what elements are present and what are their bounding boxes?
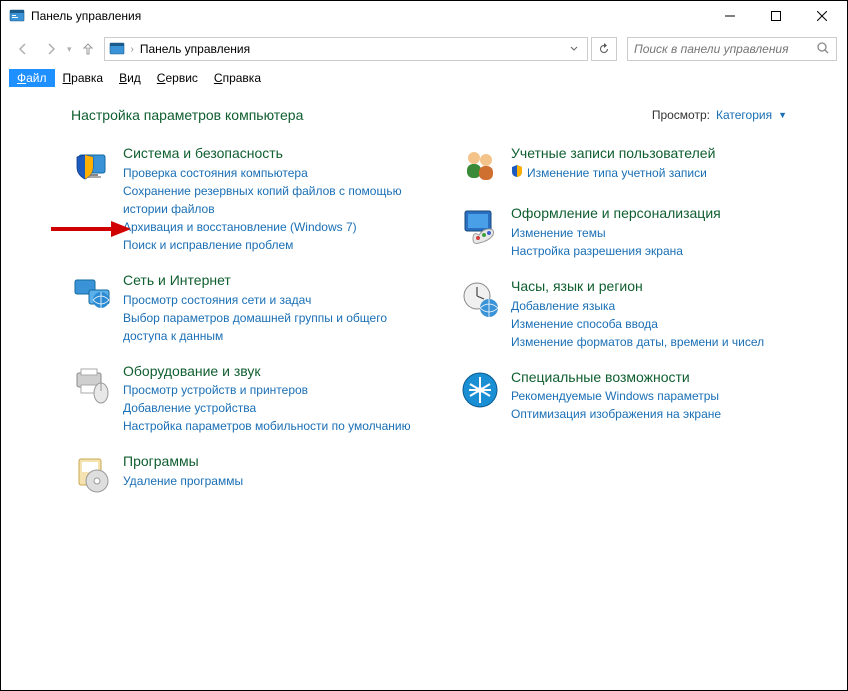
category-link[interactable]: Изменение форматов даты, времени и чисел xyxy=(511,333,817,351)
maximize-button[interactable] xyxy=(753,1,799,31)
category-network-internet: Сеть и Интернет Просмотр состояния сети … xyxy=(71,272,429,345)
category-link[interactable]: Добавление языка xyxy=(511,297,817,315)
view-label: Просмотр: xyxy=(652,108,710,122)
back-button[interactable] xyxy=(11,37,35,61)
category-system-security: Система и безопасность Проверка состояни… xyxy=(71,145,429,254)
appearance-icon xyxy=(459,205,501,247)
category-link[interactable]: Удаление программы xyxy=(123,472,429,490)
category-title[interactable]: Учетные записи пользователей xyxy=(511,145,817,162)
page-heading: Настройка параметров компьютера xyxy=(71,107,303,123)
category-clock-region: Часы, язык и регион Добавление языка Изм… xyxy=(459,278,817,351)
breadcrumb-item[interactable]: Панель управления xyxy=(140,42,250,56)
network-globe-icon xyxy=(71,272,113,314)
programs-disc-icon xyxy=(71,453,113,495)
accessibility-icon xyxy=(459,369,501,411)
category-link[interactable]: Сохранение резервных копий файлов с помо… xyxy=(123,182,429,218)
category-accessibility: Специальные возможности Рекомендуемые Wi… xyxy=(459,369,817,424)
menu-help[interactable]: Справка xyxy=(206,69,269,87)
left-column: Система и безопасность Проверка состояни… xyxy=(71,145,429,495)
category-link[interactable]: Оптимизация изображения на экране xyxy=(511,405,817,423)
breadcrumb-dropdown-icon[interactable] xyxy=(565,42,583,56)
chevron-down-icon[interactable]: ▼ xyxy=(778,110,787,120)
search-input[interactable] xyxy=(634,42,816,56)
menu-view[interactable]: Вид xyxy=(111,69,149,87)
category-title[interactable]: Оборудование и звук xyxy=(123,363,429,380)
category-title[interactable]: Система и безопасность xyxy=(123,145,429,162)
content-area: Настройка параметров компьютера Просмотр… xyxy=(1,89,847,505)
menubar: Файл Правка Вид Сервис Справка xyxy=(1,67,847,89)
category-link[interactable]: Добавление устройства xyxy=(123,399,429,417)
control-panel-icon xyxy=(9,8,25,24)
category-link[interactable]: Изменение темы xyxy=(511,224,817,242)
user-accounts-icon xyxy=(459,145,501,187)
category-appearance: Оформление и персонализация Изменение те… xyxy=(459,205,817,260)
forward-button[interactable] xyxy=(39,37,63,61)
category-link[interactable]: Архивация и восстановление (Windows 7) xyxy=(123,218,429,236)
category-title[interactable]: Специальные возможности xyxy=(511,369,817,386)
category-link[interactable]: Настройка параметров мобильности по умол… xyxy=(123,417,429,435)
category-link[interactable]: Настройка разрешения экрана xyxy=(511,242,817,260)
printer-mouse-icon xyxy=(71,363,113,405)
view-value[interactable]: Категория xyxy=(716,108,772,122)
category-title[interactable]: Часы, язык и регион xyxy=(511,278,817,295)
category-title[interactable]: Сеть и Интернет xyxy=(123,272,429,289)
shield-monitor-icon xyxy=(71,145,113,187)
category-link[interactable]: Выбор параметров домашней группы и общег… xyxy=(123,309,429,345)
window-controls xyxy=(707,1,845,31)
close-button[interactable] xyxy=(799,1,845,31)
clock-globe-icon xyxy=(459,278,501,320)
control-panel-icon xyxy=(109,41,125,57)
recent-dropdown-icon[interactable]: ▾ xyxy=(67,44,72,55)
right-column: Учетные записи пользователей Изменение т… xyxy=(459,145,817,495)
breadcrumb[interactable]: › Панель управления xyxy=(104,37,588,61)
category-link[interactable]: Просмотр устройств и принтеров xyxy=(123,381,429,399)
category-link[interactable]: Проверка состояния компьютера xyxy=(123,164,429,182)
category-programs: Программы Удаление программы xyxy=(71,453,429,495)
category-hardware-sound: Оборудование и звук Просмотр устройств и… xyxy=(71,363,429,436)
category-title[interactable]: Оформление и персонализация xyxy=(511,205,817,222)
search-box[interactable] xyxy=(627,37,837,61)
menu-edit[interactable]: Правка xyxy=(55,69,112,87)
up-button[interactable] xyxy=(76,37,100,61)
menu-file[interactable]: Файл xyxy=(9,69,55,87)
category-title[interactable]: Программы xyxy=(123,453,429,470)
category-link[interactable]: Рекомендуемые Windows параметры xyxy=(511,387,817,405)
chevron-right-icon[interactable]: › xyxy=(131,44,134,55)
minimize-button[interactable] xyxy=(707,1,753,31)
uac-shield-icon xyxy=(511,164,523,182)
category-link[interactable]: Изменение типа учетной записи xyxy=(511,164,817,182)
category-link[interactable]: Поиск и исправление проблем xyxy=(123,236,429,254)
menu-tools[interactable]: Сервис xyxy=(149,69,206,87)
navbar: ▾ › Панель управления xyxy=(1,31,847,67)
search-icon[interactable] xyxy=(816,41,830,58)
category-user-accounts: Учетные записи пользователей Изменение т… xyxy=(459,145,817,187)
view-control[interactable]: Просмотр: Категория ▼ xyxy=(652,108,787,122)
category-link[interactable]: Просмотр состояния сети и задач xyxy=(123,291,429,309)
window-title: Панель управления xyxy=(31,9,707,23)
titlebar: Панель управления xyxy=(1,1,847,31)
category-link[interactable]: Изменение способа ввода xyxy=(511,315,817,333)
refresh-button[interactable] xyxy=(591,37,617,61)
